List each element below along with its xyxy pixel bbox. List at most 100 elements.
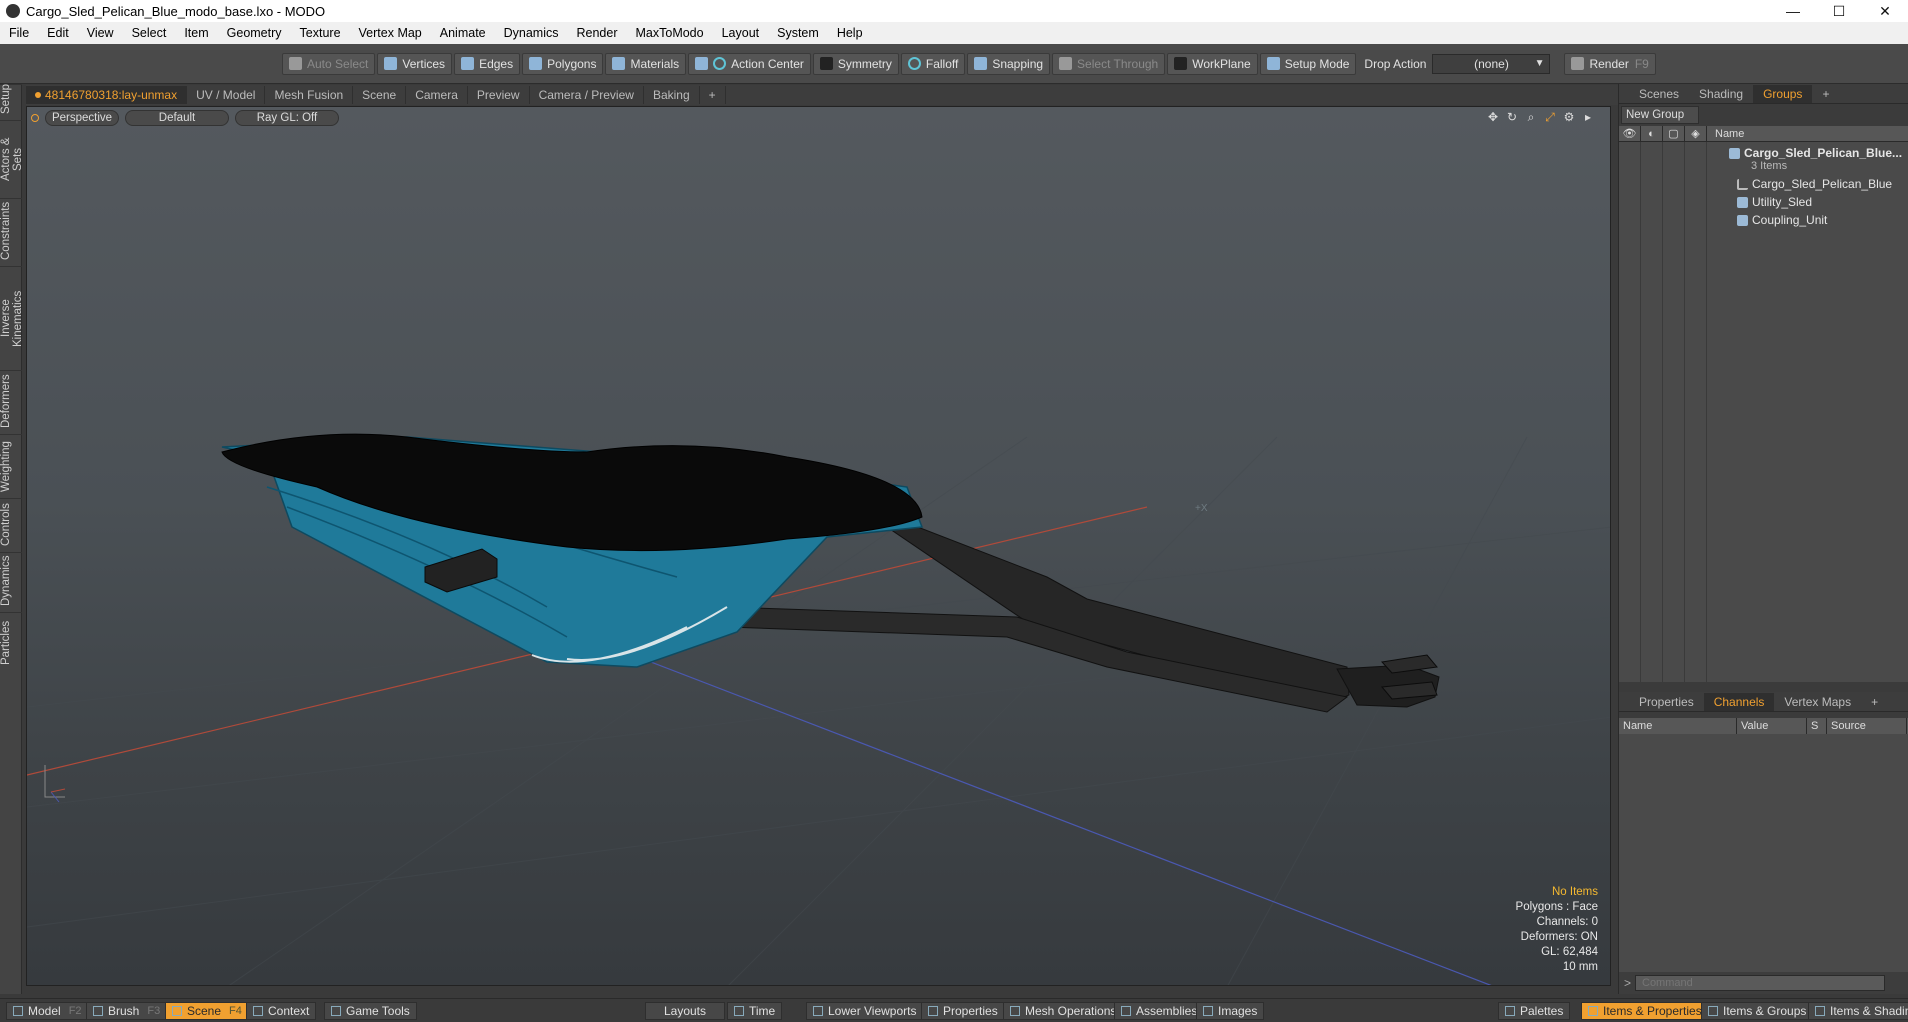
view-type-button[interactable]: Perspective	[45, 110, 119, 126]
tab-mesh-fusion[interactable]: Mesh Fusion	[265, 86, 354, 104]
lower-viewports-button[interactable]: Lower Viewports	[806, 1002, 924, 1020]
falloff-button[interactable]: Falloff	[900, 52, 966, 75]
time-button[interactable]: Time	[727, 1002, 783, 1020]
tab-layout-unmax[interactable]: 48146780318:lay-unmax	[26, 86, 188, 104]
tab-deformers[interactable]: Deformers	[0, 370, 22, 434]
tab-preview[interactable]: Preview	[468, 86, 530, 104]
auto-select-button[interactable]: Auto Select	[282, 52, 376, 75]
select-through-button[interactable]: Select Through	[1052, 52, 1166, 75]
expand-arrow-icon[interactable]: ▸	[1580, 110, 1596, 126]
items-shading-button[interactable]: Items & Shading	[1808, 1002, 1908, 1020]
minimize-button[interactable]: —	[1770, 0, 1816, 22]
fit-icon[interactable]: ⤢	[1542, 110, 1558, 126]
tab-baking[interactable]: Baking	[644, 86, 700, 104]
3d-viewport[interactable]: +X Perspective Default Ray GL: Off ✥ ↻ ⌕…	[26, 106, 1611, 986]
edges-button[interactable]: Edges	[454, 52, 521, 75]
select-col-icon[interactable]: ◈	[1685, 125, 1707, 142]
menu-vertex-map[interactable]: Vertex Map	[350, 26, 431, 40]
menu-select[interactable]: Select	[123, 26, 176, 40]
maximize-button[interactable]: ☐	[1816, 0, 1862, 22]
menu-dynamics[interactable]: Dynamics	[495, 26, 568, 40]
snapping-button[interactable]: Snapping	[967, 52, 1051, 75]
tab-camera-preview[interactable]: Camera / Preview	[530, 86, 644, 104]
menu-file[interactable]: File	[0, 26, 38, 40]
menu-maxtomodo[interactable]: MaxToModo	[627, 26, 713, 40]
menu-view[interactable]: View	[78, 26, 123, 40]
new-group-button[interactable]: New Group	[1621, 106, 1699, 124]
brush-mode-button[interactable]: Brush F3	[86, 1002, 168, 1020]
shading-style-button[interactable]: Default	[125, 110, 229, 126]
tab-shading[interactable]: Shading	[1689, 85, 1753, 103]
items-groups-button[interactable]: Items & Groups	[1701, 1002, 1814, 1020]
visibility-col-icon[interactable]: 👁	[1619, 125, 1641, 142]
menu-system[interactable]: System	[768, 26, 828, 40]
render-icon	[1571, 57, 1585, 70]
raygl-button[interactable]: Ray GL: Off	[235, 110, 339, 126]
menu-edit[interactable]: Edit	[38, 26, 78, 40]
menu-geometry[interactable]: Geometry	[218, 26, 291, 40]
rotate-icon[interactable]: ↻	[1504, 110, 1520, 126]
add-properties-tab-button[interactable]: +	[1861, 693, 1888, 711]
tab-groups[interactable]: Groups	[1753, 84, 1813, 103]
menu-texture[interactable]: Texture	[291, 26, 350, 40]
tab-actors-sets[interactable]: Actors & Sets	[0, 120, 24, 198]
menu-bar: File Edit View Select Item Geometry Text…	[0, 22, 1908, 44]
tab-particles[interactable]: Particles	[0, 612, 22, 672]
model-mode-button[interactable]: Model F2	[6, 1002, 89, 1020]
polygons-button[interactable]: Polygons	[522, 52, 604, 75]
add-tab-button[interactable]: +	[700, 86, 726, 104]
tab-setup[interactable]: Setup	[0, 84, 22, 120]
command-input[interactable]	[1635, 975, 1885, 991]
mesh-icon	[1737, 196, 1748, 208]
tab-scenes[interactable]: Scenes	[1629, 85, 1689, 103]
tab-constraints[interactable]: Constraints	[0, 198, 22, 266]
context-button[interactable]: Context	[246, 1002, 317, 1020]
tree-item-utility-sled[interactable]: Utility_Sled	[1737, 195, 1812, 209]
menu-layout[interactable]: Layout	[713, 26, 769, 40]
lock-col-icon[interactable]: ▢	[1663, 125, 1685, 142]
layouts-button[interactable]: Layouts	[645, 1002, 725, 1020]
render-button[interactable]: Render F9	[1564, 52, 1656, 75]
game-tools-button[interactable]: Game Tools	[324, 1002, 417, 1020]
palettes-button[interactable]: Palettes	[1498, 1002, 1571, 1020]
assemblies-button[interactable]: Assemblies	[1114, 1002, 1205, 1020]
images-button[interactable]: Images	[1196, 1002, 1265, 1020]
tab-weighting[interactable]: Weighting	[0, 434, 22, 498]
action-center-button[interactable]: Action Center	[688, 52, 811, 75]
materials-button[interactable]: Materials	[605, 52, 687, 75]
deformers-stat: Deformers: ON	[1520, 931, 1598, 943]
tree-item-cargo-sled[interactable]: Cargo_Sled_Pelican_Blue	[1737, 177, 1892, 191]
tab-channels[interactable]: Channels	[1703, 692, 1775, 711]
pan-icon[interactable]: ✥	[1485, 110, 1501, 126]
tab-camera[interactable]: Camera	[406, 86, 468, 104]
vertices-button[interactable]: Vertices	[377, 52, 453, 75]
viewport-settings-icon[interactable]: ⚙	[1561, 110, 1577, 126]
tree-item-coupling-unit[interactable]: Coupling_Unit	[1737, 213, 1827, 227]
tab-properties[interactable]: Properties	[1629, 693, 1704, 711]
menu-animate[interactable]: Animate	[431, 26, 495, 40]
properties-button[interactable]: Properties	[921, 1002, 1005, 1020]
tab-vertex-maps[interactable]: Vertex Maps	[1774, 693, 1861, 711]
tab-inverse-kinematics[interactable]: Inverse Kinematics	[0, 266, 24, 370]
tab-scene[interactable]: Scene	[353, 86, 407, 104]
menu-help[interactable]: Help	[828, 26, 872, 40]
items-properties-button[interactable]: Items & Properties	[1581, 1002, 1709, 1020]
viewport-options-icon[interactable]	[31, 114, 39, 122]
menu-item[interactable]: Item	[175, 26, 217, 40]
tab-controls[interactable]: Controls	[0, 498, 22, 552]
close-button[interactable]: ✕	[1862, 0, 1908, 22]
drop-action-dropdown[interactable]: (none) ▼	[1432, 53, 1551, 74]
add-panel-tab-button[interactable]: +	[1812, 85, 1839, 103]
tab-dynamics[interactable]: Dynamics	[0, 552, 22, 612]
group-row[interactable]: Cargo_Sled_Pelican_Blue...	[1729, 146, 1902, 160]
scene-mode-button[interactable]: Scene F4	[165, 1002, 249, 1020]
menu-render[interactable]: Render	[568, 26, 627, 40]
tab-uv-model[interactable]: UV / Model	[187, 86, 266, 104]
zoom-icon[interactable]: ⌕	[1523, 110, 1539, 126]
symmetry-button[interactable]: Symmetry	[812, 52, 899, 75]
tow-bar-upper	[886, 518, 1350, 706]
mesh-operations-button[interactable]: Mesh Operations	[1003, 1002, 1124, 1020]
render-col-icon[interactable]: ◐	[1641, 125, 1663, 142]
setup-mode-button[interactable]: Setup Mode	[1259, 52, 1357, 75]
workplane-button[interactable]: WorkPlane	[1167, 52, 1258, 75]
